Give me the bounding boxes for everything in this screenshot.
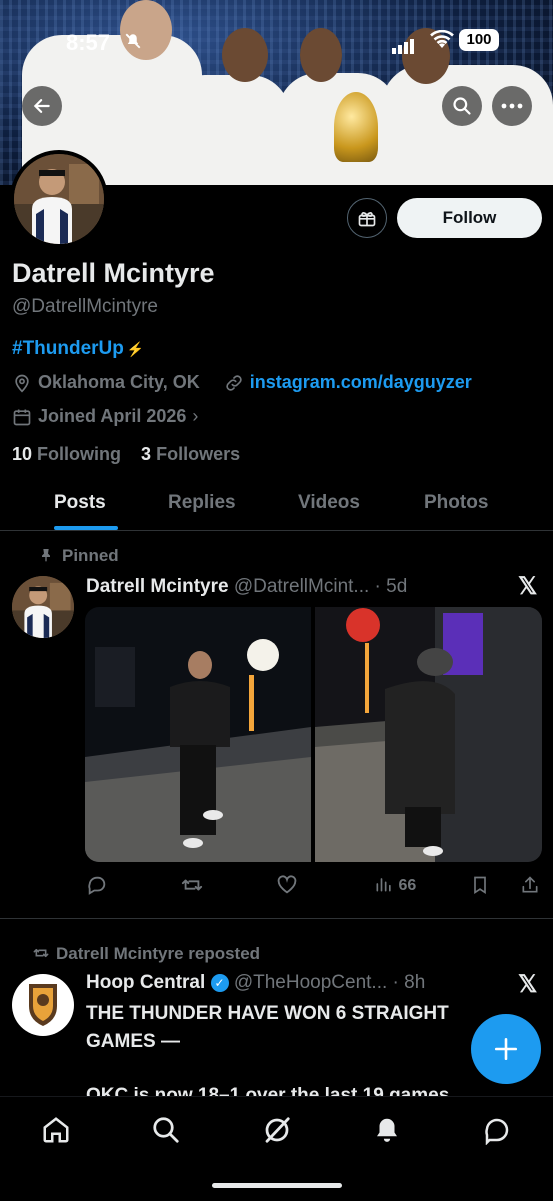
repost-text-continued[interactable]: OKC is now 18–1 over the last 19 games (86, 1082, 526, 1096)
more-icon (501, 103, 523, 109)
pinned-indicator: Pinned (42, 546, 119, 566)
verified-badge-icon: ✓ (210, 973, 229, 992)
home-icon[interactable] (41, 1115, 71, 1145)
repost-author-name[interactable]: Hoop Central (86, 972, 205, 993)
hoop-central-logo (29, 984, 57, 1026)
link-icon (226, 374, 242, 391)
notifications-icon[interactable] (372, 1115, 402, 1145)
wifi-icon (430, 29, 454, 55)
profile-meta-joined: Joined April 2026 › (12, 406, 198, 427)
x-logo-icon[interactable]: 𝕏 (518, 572, 537, 601)
profile-website-link[interactable]: instagram.com/dayguyzer (250, 372, 472, 393)
banner-player-2 (165, 75, 290, 185)
followers-label: Followers (156, 444, 241, 464)
x-logo-icon-2[interactable]: 𝕏 (518, 970, 537, 999)
pin-icon (42, 549, 50, 562)
following-link[interactable]: 10 Following (12, 444, 121, 464)
following-count: 10 (12, 444, 33, 464)
grok-icon[interactable] (262, 1115, 292, 1145)
nav-search-icon[interactable] (151, 1115, 181, 1145)
profile-counts: 10 Following 3 Followers (12, 444, 240, 465)
tab-posts[interactable]: Posts (54, 492, 106, 514)
post-media[interactable] (85, 607, 542, 862)
repost-small-icon (33, 948, 49, 958)
profile-tabs: Posts Replies Videos Photos (0, 480, 553, 531)
post-author-avatar[interactable] (12, 576, 74, 638)
bookmark-icon[interactable] (470, 874, 490, 901)
followers-link[interactable]: 3 Followers (141, 444, 240, 464)
post-time: · 5d (374, 576, 408, 597)
tab-photos[interactable]: Photos (424, 492, 488, 514)
repost-time: · 8h (392, 972, 426, 993)
compose-button[interactable] (471, 1014, 541, 1084)
location-pin-icon (15, 374, 29, 393)
post-photo-2[interactable] (315, 607, 542, 862)
profile-name: Datrell Mcintyre (12, 258, 215, 288)
post-divider (0, 918, 553, 919)
post-author-handle[interactable]: @DatrellMcint... (234, 576, 369, 597)
profile-meta-location-link: Oklahoma City, OK instagram.com/dayguyze… (12, 372, 472, 393)
bio-hashtag[interactable]: #ThunderUp (12, 338, 124, 359)
follow-button[interactable]: Follow (397, 198, 542, 238)
gift-icon (358, 212, 376, 227)
views-icon (376, 878, 391, 892)
profile-avatar[interactable] (10, 150, 108, 248)
battery-indicator: 100 (459, 29, 499, 51)
bottom-navigation (0, 1096, 553, 1201)
repost-label[interactable]: Datrell Mcintyre reposted (56, 944, 260, 963)
repost-text[interactable]: THE THUNDER HAVE WON 6 STRAIGHT GAMES — (86, 1000, 506, 1056)
post-photo-1[interactable] (85, 607, 311, 862)
views-button[interactable]: 66 (374, 874, 416, 895)
post-header: Datrell Mcintyre @DatrellMcint... · 5d (86, 576, 407, 598)
share-icon[interactable] (520, 874, 540, 901)
thunder-logo-icon: ⚡ (126, 341, 145, 357)
pinned-label: Pinned (62, 546, 119, 565)
more-button[interactable] (492, 86, 532, 126)
profile-location: Oklahoma City, OK (38, 372, 200, 392)
messages-icon[interactable] (482, 1115, 512, 1145)
chevron-right-icon: › (192, 406, 199, 426)
repost-header: Hoop Central ✓ @TheHoopCent... · 8h (86, 972, 425, 994)
active-tab-indicator (54, 526, 118, 530)
search-icon (453, 97, 471, 115)
following-label: Following (37, 444, 122, 464)
reply-icon[interactable] (86, 874, 108, 901)
search-button[interactable] (442, 86, 482, 126)
views-count: 66 (398, 877, 417, 894)
status-bar: 8:57 100 (0, 26, 553, 56)
bell-off-icon (124, 32, 142, 55)
repost-indicator: Datrell Mcintyre reposted (33, 944, 260, 964)
avatar-photo (14, 154, 104, 244)
repost-author-handle[interactable]: @TheHoopCent... (234, 972, 387, 993)
back-arrow-icon (33, 99, 50, 113)
status-time: 8:57 (66, 30, 111, 55)
gift-button[interactable] (347, 198, 387, 238)
back-button[interactable] (22, 86, 62, 126)
post-author-name[interactable]: Datrell Mcintyre (86, 576, 229, 597)
home-indicator (212, 1183, 342, 1188)
plus-icon (494, 1037, 518, 1061)
cellular-signal-icon (392, 36, 416, 54)
tab-replies[interactable]: Replies (168, 492, 236, 514)
post-avatar-photo (12, 576, 74, 638)
profile-handle: @DatrellMcintyre (12, 296, 158, 317)
hoop-central-avatar[interactable] (12, 974, 74, 1036)
repost-icon[interactable] (180, 874, 204, 901)
post-actions: 66 (0, 872, 553, 900)
followers-count: 3 (141, 444, 152, 464)
profile-joined[interactable]: Joined April 2026 (38, 406, 186, 427)
like-icon[interactable] (276, 874, 298, 901)
calendar-icon (13, 409, 31, 425)
banner-trophy (334, 92, 378, 162)
tab-videos[interactable]: Videos (298, 492, 360, 514)
profile-bio: #ThunderUp ⚡ (12, 338, 144, 360)
